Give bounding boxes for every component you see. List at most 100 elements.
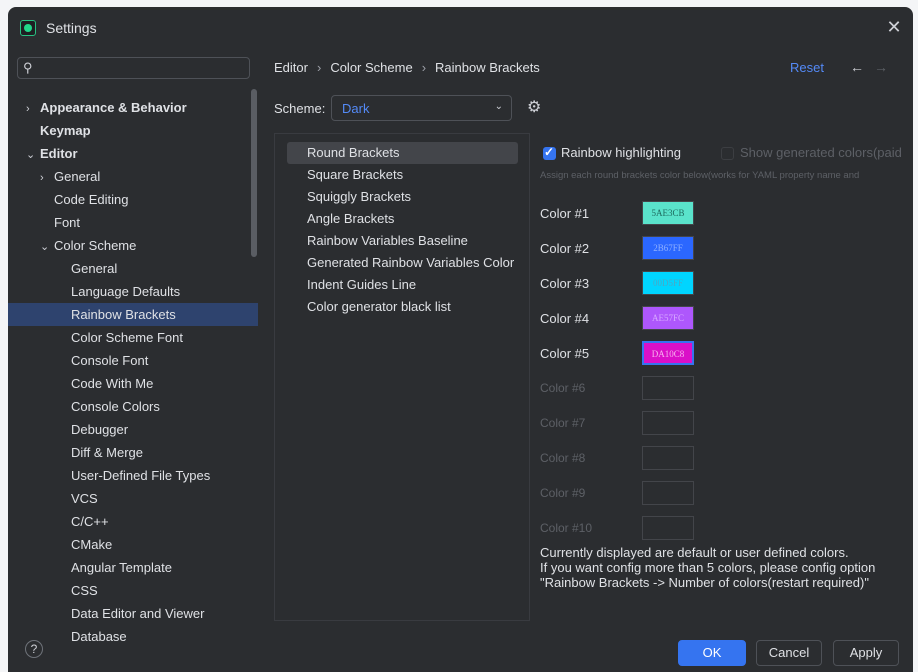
breadcrumb-item-rainbow-brackets: Rainbow Brackets — [435, 60, 540, 75]
color-swatch — [642, 376, 694, 400]
color-label: Color #7 — [540, 416, 586, 430]
ok-button[interactable]: OK — [678, 640, 746, 666]
nav-item[interactable]: Data Editor and Viewer — [8, 602, 258, 625]
breadcrumb-item-color-scheme[interactable]: Color Scheme — [330, 60, 412, 75]
nav-item[interactable]: › General — [8, 165, 258, 188]
nav-item[interactable]: General — [8, 257, 258, 280]
color-swatch[interactable]: 2B67FF — [642, 236, 694, 260]
nav-item[interactable]: › Appearance & Behavior — [8, 96, 258, 119]
color-label: Color #2 — [540, 241, 590, 256]
search-input[interactable]: ⚲ — [17, 57, 250, 79]
nav-item-label: CSS — [71, 583, 98, 598]
bracket-list-item[interactable]: Square Brackets — [287, 164, 518, 186]
search-icon: ⚲ — [23, 60, 33, 75]
show-generated-colors-checkbox — [721, 147, 734, 160]
color-label: Color #5 — [540, 346, 590, 361]
breadcrumb: Editor › Color Scheme › Rainbow Brackets — [274, 60, 540, 75]
color-swatch[interactable]: DA10C8 — [642, 341, 694, 365]
color-swatch — [642, 481, 694, 505]
nav-item[interactable]: Font — [8, 211, 258, 234]
note-line-2: If you want config more than 5 colors, p… — [540, 560, 876, 575]
reset-link[interactable]: Reset — [790, 60, 824, 75]
nav-item-label: CMake — [71, 537, 113, 552]
nav-item-label: Font — [54, 215, 81, 230]
cancel-button[interactable]: Cancel — [756, 640, 822, 666]
bracket-list-item[interactable]: Squiggly Brackets — [287, 186, 518, 208]
nav-item[interactable]: ⌄ Color Scheme — [8, 234, 258, 257]
color-label: Color #8 — [540, 451, 586, 465]
close-icon[interactable]: ✕ — [883, 16, 905, 38]
chevron-down-icon[interactable]: ⌄ — [26, 144, 40, 167]
breadcrumb-item-editor[interactable]: Editor — [274, 60, 308, 75]
help-icon[interactable]: ? — [25, 640, 43, 658]
nav-item-label: Appearance & Behavior — [40, 100, 187, 115]
bracket-list-item[interactable]: Generated Rainbow Variables Color — [287, 252, 518, 274]
nav-item[interactable]: Code With Me — [8, 372, 258, 395]
nav-item-label: Keymap — [40, 123, 91, 138]
bracket-list-item[interactable]: Color generator black list — [287, 296, 518, 318]
nav-item[interactable]: C/C++ — [8, 510, 258, 533]
nav-item-label: Diff & Merge — [71, 445, 144, 460]
color-swatch[interactable]: AE57FC — [642, 306, 694, 330]
note-line-3: "Rainbow Brackets -> Number of colors(re… — [540, 575, 869, 590]
nav-item-label: Angular Template — [71, 560, 172, 575]
scheme-dropdown[interactable]: Dark ⌄ — [331, 95, 512, 121]
forward-arrow-icon[interactable]: → — [874, 59, 888, 75]
nav-item-label: Console Colors — [71, 399, 160, 414]
nav-item[interactable]: Language Defaults — [8, 280, 258, 303]
color-swatch[interactable]: 00D5FF — [642, 271, 694, 295]
bracket-type-list: Round Brackets Square Brackets Squiggly Br… — [274, 133, 530, 621]
bracket-list-item[interactable]: Angle Brackets — [287, 208, 518, 230]
colors-note: Currently displayed are default or user … — [540, 545, 875, 590]
scheme-label: Scheme: — [274, 101, 326, 116]
nav-item-label: Code Editing — [54, 192, 129, 207]
note-line-1: Currently displayed are default or user … — [540, 545, 849, 560]
bracket-list-item[interactable]: Round Brackets — [287, 142, 518, 164]
color-label: Color #1 — [540, 206, 590, 221]
chevron-right-icon[interactable]: › — [40, 167, 54, 190]
assign-colors-hint: Assign each round brackets color below(w… — [540, 170, 860, 181]
nav-item[interactable]: Color Scheme Font — [8, 326, 258, 349]
chevron-down-icon[interactable]: ⌄ — [40, 236, 54, 259]
nav-item-label: Console Font — [71, 353, 149, 368]
color-label: Color #9 — [540, 486, 586, 500]
nav-item[interactable]: Debugger — [8, 418, 258, 441]
nav-item[interactable]: Keymap — [8, 119, 258, 142]
nav-item-label: User-Defined File Types — [71, 468, 211, 483]
color-label: Color #6 — [540, 381, 586, 395]
nav-item[interactable]: Console Font — [8, 349, 258, 372]
nav-item-label: Language Defaults — [71, 284, 181, 299]
back-arrow-icon[interactable]: ← — [850, 59, 864, 75]
nav-item[interactable]: Code Editing — [8, 188, 258, 211]
rainbow-highlighting-label[interactable]: Rainbow highlighting — [561, 145, 681, 160]
nav-item[interactable]: Angular Template — [8, 556, 258, 579]
nav-item[interactable]: Console Colors — [8, 395, 258, 418]
color-swatch[interactable]: 5AE3CB — [642, 201, 694, 225]
rainbow-highlighting-checkbox[interactable] — [543, 145, 556, 160]
nav-item[interactable]: User-Defined File Types — [8, 464, 258, 487]
nav-item[interactable]: VCS — [8, 487, 258, 510]
nav-item-label: Code With Me — [71, 376, 154, 391]
nav-item[interactable]: CMake — [8, 533, 258, 556]
chevron-right-icon[interactable]: › — [26, 98, 40, 121]
gear-icon[interactable]: ⚙ — [527, 97, 541, 117]
nav-item[interactable]: CSS — [8, 579, 258, 602]
color-swatch — [642, 411, 694, 435]
apply-button[interactable]: Apply — [833, 640, 899, 666]
color-swatch — [642, 446, 694, 470]
nav-item-label: General — [54, 169, 101, 184]
bracket-list-item[interactable]: Indent Guides Line — [287, 274, 518, 296]
title-bar: Settings ✕ — [8, 7, 913, 49]
nav-item[interactable]: ⌄ Editor — [8, 142, 258, 165]
nav-item[interactable]: Rainbow Brackets — [8, 303, 258, 326]
color-swatch — [642, 516, 694, 540]
chevron-down-icon: ⌄ — [494, 101, 503, 112]
nav-item-label: Color Scheme — [54, 238, 137, 253]
nav-item-label: Rainbow Brackets — [71, 307, 176, 322]
nav-item[interactable]: Diff & Merge — [8, 441, 258, 464]
color-label: Color #10 — [540, 521, 593, 535]
bracket-list-item[interactable]: Rainbow Variables Baseline — [287, 230, 518, 252]
nav-item-label: VCS — [71, 491, 98, 506]
settings-nav-tree: ⚲ › Appearance & Behavior Keymap ⌄ Editor › Ge… — [8, 49, 268, 644]
dialog-footer: ? OK Cancel Apply — [8, 632, 913, 672]
